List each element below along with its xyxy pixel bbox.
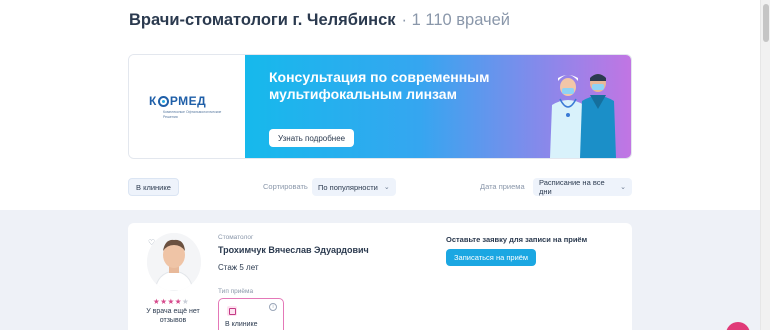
doctor-name[interactable]: Трохимчук Вячеслав Эдуардович <box>218 245 369 255</box>
sort-select[interactable]: По популярности ⌄ <box>312 178 396 196</box>
clinic-logo: К РМЕД Комплексные Офтальмологические Реш… <box>149 94 225 119</box>
doctor-specialty: Стоматолог <box>218 234 254 241</box>
booking-request-title: Оставьте заявку для записи на приём <box>446 235 588 244</box>
date-select[interactable]: Расписание на все дни ⌄ <box>533 178 632 196</box>
sort-label: Сортировать <box>263 182 308 191</box>
sort-value: По популярности <box>318 182 378 192</box>
logo-letter-k: К <box>149 94 157 108</box>
scrollbar[interactable] <box>760 0 770 330</box>
doctor-card: ♡ ★★★★★ У врача ещё нет отзывов Стоматол… <box>128 223 632 330</box>
doctor-experience: Стаж 5 лет <box>218 263 259 272</box>
clinic-icon <box>227 306 237 316</box>
scrollbar-thumb[interactable] <box>763 4 769 42</box>
reception-type-option[interactable]: i В клинике <box>218 298 284 330</box>
star-icon: ★ <box>167 297 175 306</box>
chevron-down-icon: ⌄ <box>620 184 626 191</box>
reception-type-value: В клинике <box>225 321 258 328</box>
book-appointment-button[interactable]: Записаться на приём <box>446 249 537 266</box>
page-heading: Врачи-стоматологи г. Челябинск · 1 110 в… <box>129 11 510 30</box>
logo-subtitle: Комплексные Офтальмологические Решения <box>163 110 222 119</box>
info-icon[interactable]: i <box>269 303 277 311</box>
page-title: Врачи-стоматологи г. Челябинск <box>129 11 396 29</box>
star-icon: ★ <box>181 297 190 306</box>
reception-type-label: Тип приёма <box>218 288 254 295</box>
learn-more-button[interactable]: Узнать подробнее <box>269 129 355 147</box>
star-icon: ★ <box>174 297 182 306</box>
medics-illustration <box>550 74 616 158</box>
promo-banner[interactable]: К РМЕД Комплексные Офтальмологические Реш… <box>128 54 632 159</box>
in-clinic-filter-chip[interactable]: В клинике <box>128 178 179 196</box>
chevron-down-icon: ⌄ <box>383 184 390 191</box>
banner-headline: Консультация по современным мультифокаль… <box>269 69 490 102</box>
date-value: Расписание на все дни <box>539 178 605 196</box>
rating-stars: ★★★★★ <box>153 297 189 306</box>
banner-art: Консультация по современным мультифокаль… <box>245 55 631 158</box>
results-count: · 1 110 врачей <box>401 11 511 29</box>
eye-icon <box>157 95 169 107</box>
logo-word: К РМЕД <box>149 94 225 108</box>
logo-letters-rest: РМЕД <box>169 94 207 108</box>
filter-row: В клинике Сортировать По популярности ⌄ … <box>128 178 632 196</box>
date-label: Дата приема <box>480 182 525 191</box>
banner-logo-area: К РМЕД Комплексные Офтальмологические Реш… <box>129 55 245 158</box>
reviews-text: У врача ещё нет отзывов <box>146 308 200 324</box>
heart-icon[interactable]: ♡ <box>148 238 155 247</box>
